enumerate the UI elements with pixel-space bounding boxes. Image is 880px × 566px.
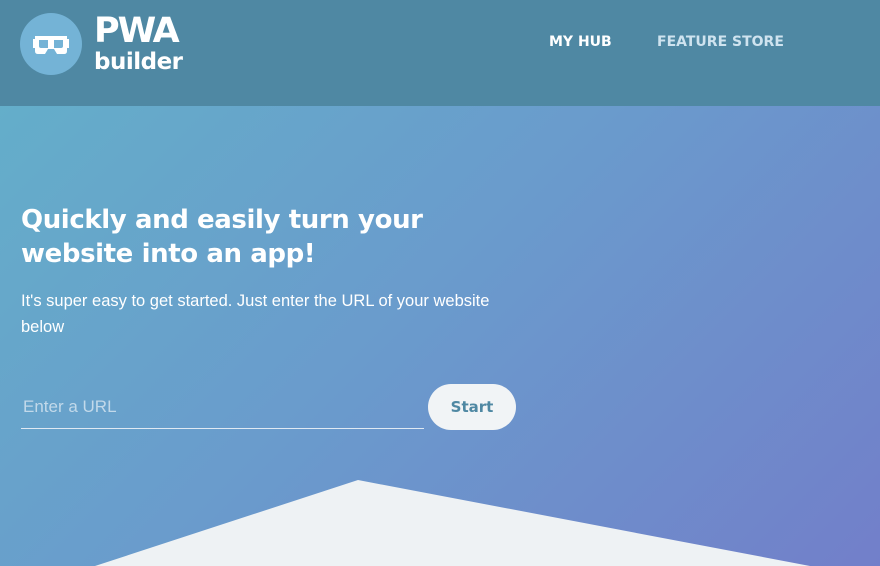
pwa-builder-logo[interactable]: PWA builder: [20, 13, 183, 75]
logo-line-pwa: PWA: [94, 11, 180, 51]
page: PWA builder MY HUB FEATURE STORE Quickly…: [0, 0, 880, 566]
hero-title: Quickly and easily turn your website int…: [21, 205, 423, 269]
top-header: PWA builder MY HUB FEATURE STORE: [0, 0, 880, 106]
nav-my-hub[interactable]: MY HUB: [549, 34, 612, 52]
vr-goggles-icon: [20, 13, 82, 75]
logo-line-builder: builder: [94, 49, 183, 75]
nav-feature-store[interactable]: FEATURE STORE: [657, 34, 784, 52]
url-input[interactable]: [21, 385, 424, 429]
hero-subtitle: It's super easy to get started. Just ent…: [21, 292, 490, 336]
start-button[interactable]: Start: [428, 384, 516, 430]
logo-wordmark: PWA builder: [94, 14, 183, 74]
